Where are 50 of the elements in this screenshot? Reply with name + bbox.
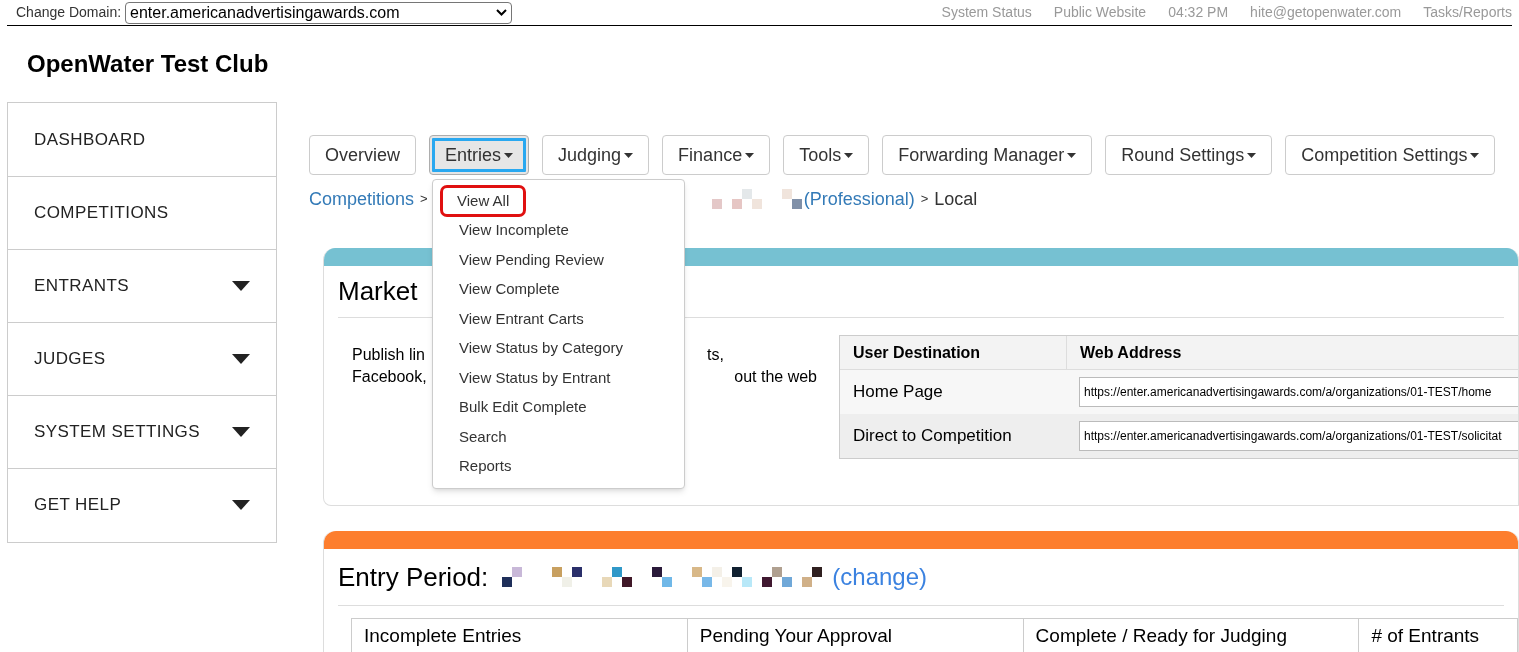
nav-tab[interactable]: Entries: [429, 135, 530, 175]
breadcrumb-current: Local: [934, 187, 978, 211]
nav-tab[interactable]: Forwarding Manager: [882, 135, 1093, 175]
address-field[interactable]: https://enter.americanadvertisingawards.com/a/organizations/01-TEST/solicitat: [1079, 421, 1518, 451]
nav-tab[interactable]: Tools: [783, 135, 870, 175]
nav-tab[interactable]: Overview: [309, 135, 416, 175]
nav-tab[interactable]: Round Settings: [1105, 135, 1273, 175]
column-header: Web Address: [1066, 336, 1195, 369]
menu-item[interactable]: View Status by Entrant: [443, 364, 627, 391]
column-header: # of Entrants: [1359, 619, 1518, 652]
menu-item[interactable]: Reports: [443, 453, 528, 480]
nav-tab[interactable]: Judging: [542, 135, 650, 175]
menu-item[interactable]: View Pending Review: [443, 246, 620, 273]
menu-item[interactable]: View Status by Category: [443, 335, 639, 362]
column-header: Complete / Ready for Judging: [1023, 619, 1360, 652]
site-title: OpenWater Test Club: [27, 49, 270, 79]
menu-item[interactable]: Search: [443, 423, 523, 450]
domain-label: Change Domain:: [16, 3, 122, 22]
description-text: ts,: [707, 345, 724, 365]
breadcrumb-separator: >: [420, 190, 428, 209]
menu-item[interactable]: View Entrant Carts: [443, 305, 600, 332]
menu-item[interactable]: View Incomplete: [443, 217, 585, 244]
breadcrumb-separator: >: [920, 190, 929, 209]
card-title: Market: [338, 275, 418, 308]
description-text: out the web: [734, 367, 817, 387]
sidebar-item[interactable]: DASHBOARD: [8, 103, 276, 176]
table-cell-text: Direct to Competition: [852, 425, 1013, 448]
sidebar-item[interactable]: SYSTEM SETTINGS: [8, 395, 276, 468]
table-cell-text: Home Page: [852, 381, 944, 404]
breadcrumb-link[interactable]: (Professional): [803, 185, 915, 213]
card-title: Entry Period:: [338, 560, 489, 594]
sidebar-item[interactable]: JUDGES: [8, 322, 276, 395]
menu-item[interactable]: Bulk Edit Complete: [443, 394, 603, 421]
address-field[interactable]: https://enter.americanadvertisingawards.com/a/organizations/01-TEST/home: [1079, 377, 1518, 407]
nav-tab[interactable]: Competition Settings: [1285, 135, 1496, 175]
column-header: User Destination: [852, 342, 982, 363]
menu-item[interactable]: View All: [443, 187, 524, 214]
sidebar-item[interactable]: COMPETITIONS: [8, 176, 276, 249]
description-text: Publish lin: [352, 345, 425, 365]
sidebar-item[interactable]: GET HELP: [8, 468, 276, 541]
description-text: Facebook,: [352, 367, 427, 387]
change-link[interactable]: (change): [832, 559, 928, 595]
sidebar-item[interactable]: ENTRANTS: [8, 249, 276, 322]
column-header: Incomplete Entries: [352, 619, 688, 652]
chevron-down-icon: [496, 9, 508, 16]
column-header: Pending Your Approval: [687, 619, 1024, 652]
nav-tab[interactable]: Finance: [662, 135, 771, 175]
breadcrumb-link[interactable]: Competitions: [309, 185, 415, 213]
menu-item[interactable]: View Complete: [443, 276, 576, 303]
domain-select[interactable]: enter.americanadvertisingawards.com: [125, 1, 513, 24]
